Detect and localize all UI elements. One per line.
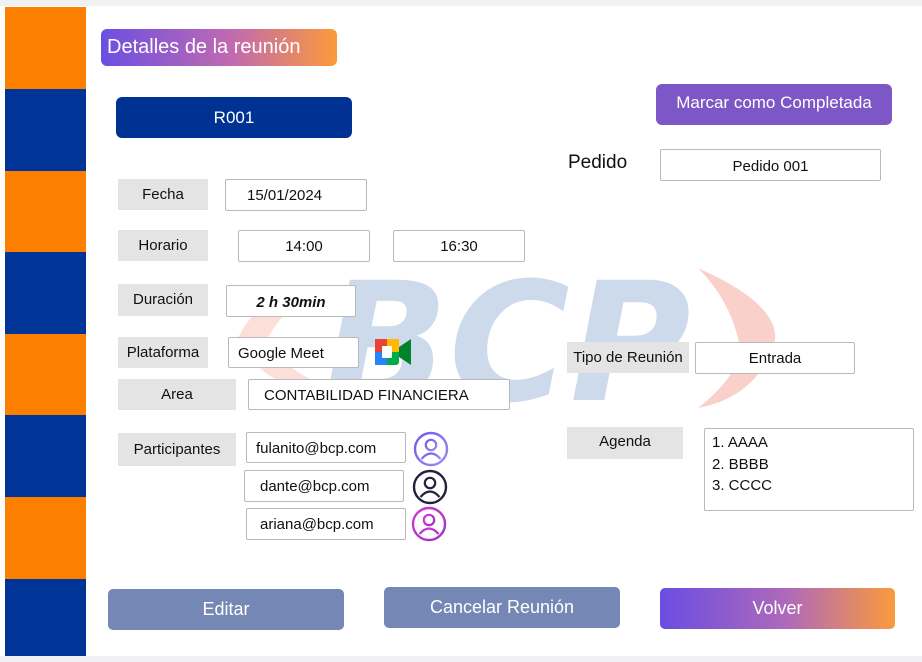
- sidebar-stripes: [5, 7, 86, 661]
- meeting-code-badge: R001: [116, 97, 352, 138]
- participant-email-field[interactable]: ariana@bcp.com: [246, 508, 406, 540]
- edit-button[interactable]: Editar: [108, 589, 344, 630]
- sidebar-stripe: [5, 171, 86, 253]
- agenda-item: 2. BBBB: [712, 455, 769, 473]
- user-circle-icon: [412, 469, 448, 505]
- agenda-label: Agenda: [567, 427, 683, 459]
- participant-email-field[interactable]: dante@bcp.com: [244, 470, 404, 502]
- horario-end-field[interactable]: 16:30: [393, 230, 525, 262]
- bottom-border: [0, 656, 922, 662]
- tipo-reunion-field[interactable]: Entrada: [695, 342, 855, 374]
- duracion-field[interactable]: 2 h 30min: [226, 285, 356, 317]
- agenda-item: 1. AAAA: [712, 434, 768, 451]
- plataforma-field[interactable]: Google Meet: [228, 337, 359, 368]
- pedido-field[interactable]: Pedido 001: [660, 149, 881, 181]
- sidebar-stripe: [5, 497, 86, 579]
- sidebar-stripe: [5, 415, 86, 497]
- sidebar-stripe: [5, 334, 86, 416]
- fecha-field[interactable]: 15/01/2024: [225, 179, 367, 211]
- sidebar-stripe: [5, 89, 86, 171]
- cancel-meeting-button[interactable]: Cancelar Reunión: [384, 587, 620, 628]
- participant-email-field[interactable]: fulanito@bcp.com: [246, 432, 406, 463]
- horario-start-field[interactable]: 14:00: [238, 230, 370, 262]
- agenda-list: 1. AAAA 2. BBBB 3. CCCC: [712, 432, 913, 497]
- fecha-label: Fecha: [118, 179, 208, 210]
- horario-label: Horario: [118, 230, 208, 261]
- user-circle-icon: [411, 506, 447, 542]
- sidebar-stripe: [5, 252, 86, 334]
- google-meet-icon: [375, 339, 411, 365]
- top-border: [0, 0, 922, 6]
- pedido-label: Pedido: [568, 152, 628, 173]
- agenda-item: 3. CCCC: [712, 477, 773, 494]
- tipo-reunion-label: Tipo de Reunión: [567, 342, 689, 373]
- area-label: Area: [118, 379, 236, 410]
- user-circle-icon: [413, 431, 449, 467]
- duracion-label: Duración: [118, 284, 208, 316]
- page-title: Detalles de la reunión: [101, 29, 337, 66]
- mark-complete-button[interactable]: Marcar como Completada: [656, 84, 892, 125]
- back-button[interactable]: Volver: [660, 588, 895, 629]
- agenda-textarea[interactable]: 1. AAAA 2. BBBB 3. CCCC: [704, 428, 914, 511]
- sidebar-stripe: [5, 579, 86, 661]
- area-field[interactable]: CONTABILIDAD FINANCIERA: [248, 379, 510, 410]
- sidebar-stripe: [5, 7, 86, 89]
- plataforma-label: Plataforma: [118, 337, 208, 368]
- participantes-label: Participantes: [118, 433, 236, 466]
